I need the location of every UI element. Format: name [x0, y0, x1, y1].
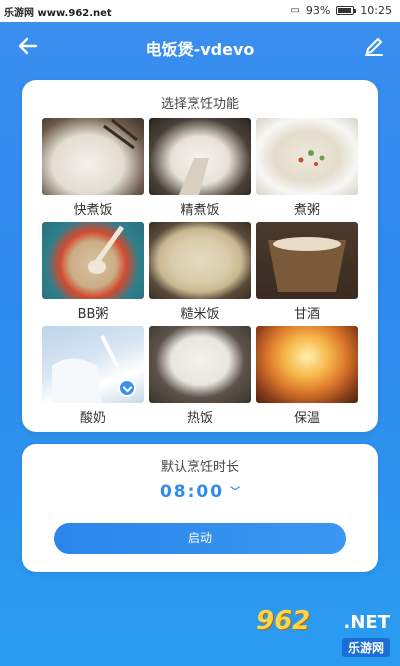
logo-number: 962 — [256, 606, 311, 636]
function-label: 糙米饭 — [180, 307, 220, 322]
edit-pencil-icon[interactable] — [362, 34, 386, 58]
function-label: 甘酒 — [293, 307, 320, 322]
keep-warm-image — [256, 326, 358, 403]
baby-porridge-image — [42, 222, 144, 299]
status-right: ▭ 93% 10:25 — [290, 4, 392, 17]
function-label: BB粥 — [77, 307, 109, 322]
start-button[interactable]: 启动 — [54, 523, 346, 554]
signal-icon: ▭ — [290, 5, 300, 16]
page-title: 电饭煲-vdevo — [145, 40, 255, 59]
yogurt-image — [42, 326, 144, 403]
watermark-text: 乐游网 www.962.net — [4, 8, 112, 19]
function-grid: 快煮饭 精煮饭 煮粥 BB粥 糙米饭 甘酒 酸奶 热饭 保温 — [42, 118, 358, 430]
function-label: 快煮饭 — [73, 203, 113, 218]
function-keep-warm[interactable]: 保温 — [256, 326, 358, 430]
logo-domain: .NET — [343, 612, 390, 633]
duration-heading: 默认烹饪时长 — [160, 460, 239, 475]
status-bar: 乐游网 www.962.net ▭ 93% 10:25 — [0, 0, 400, 22]
logo-name: 乐游网 — [341, 638, 390, 657]
function-label: 酸奶 — [79, 411, 106, 426]
porridge-image — [256, 118, 358, 195]
time-selector[interactable]: 08:00 ﹀ — [22, 482, 378, 502]
function-fine-rice[interactable]: 精煮饭 — [149, 118, 251, 222]
function-porridge[interactable]: 煮粥 — [256, 118, 358, 222]
function-sweet-wine[interactable]: 甘酒 — [256, 222, 358, 326]
function-heading: 选择烹饪功能 — [160, 97, 239, 112]
battery-icon — [336, 6, 357, 15]
function-baby-porridge[interactable]: BB粥 — [42, 222, 144, 326]
function-yogurt[interactable]: 酸奶 — [42, 326, 144, 430]
time-value: 08:00 — [159, 482, 225, 502]
site-logo: 962 .NET 乐游网 — [256, 604, 394, 662]
function-card: 选择烹饪功能 快煮饭 精煮饭 煮粥 BB粥 糙米饭 甘酒 酸奶 热饭 保温 — [22, 80, 378, 432]
function-brown-rice[interactable]: 糙米饭 — [149, 222, 251, 326]
function-label: 煮粥 — [293, 203, 320, 218]
duration-card: 默认烹饪时长 08:00 ﹀ 启动 — [22, 444, 378, 572]
battery-percent: 93% — [305, 4, 331, 17]
function-quick-rice[interactable]: 快煮饭 — [42, 118, 144, 222]
app-bar: 电饭煲-vdevo — [0, 26, 400, 66]
function-label: 热饭 — [186, 411, 213, 426]
clock: 10:25 — [360, 4, 392, 17]
function-label: 保温 — [293, 411, 320, 426]
function-label: 精煮饭 — [180, 203, 220, 218]
function-reheat[interactable]: 热饭 — [149, 326, 251, 430]
chevron-down-icon: ﹀ — [230, 487, 241, 498]
selected-check-icon — [118, 379, 136, 397]
sweet-wine-image — [256, 222, 358, 299]
quick-rice-image — [42, 118, 144, 195]
brown-rice-image — [149, 222, 251, 299]
fine-rice-image — [149, 118, 251, 195]
reheat-image — [149, 326, 251, 403]
